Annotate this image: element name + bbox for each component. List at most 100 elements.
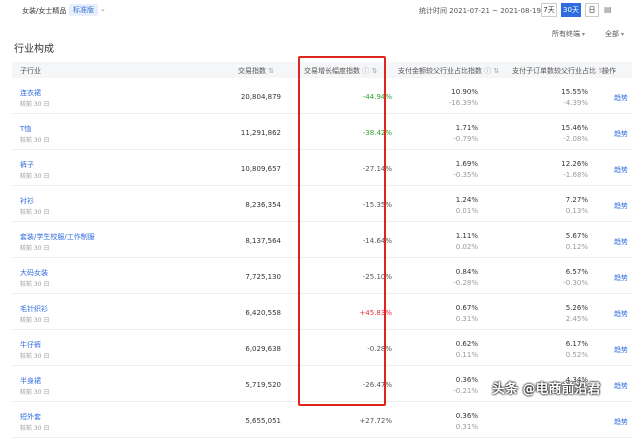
trend-link[interactable]: 趋势 <box>614 273 628 283</box>
table-row: 连衣裙 较前 30 日 20,804,879 -44.94% 10.90% -16.39%… <box>12 80 632 114</box>
compare-label: 较前 30 日 <box>20 425 50 432</box>
watermark: 头条 @电商前沿君 <box>492 382 601 397</box>
order-share-change: -2.08% <box>563 135 588 143</box>
table-row: 衬衫 较前 30 日 8,236,354 -15.35% 1.24% 0.01% 7.27%… <box>12 188 632 222</box>
growth-value: -25.10% <box>362 273 392 281</box>
stat-period: 统计时间 2021-07-21 ~ 2021-08-19 <box>419 7 541 15</box>
order-share-change: 0.12% <box>565 243 588 251</box>
pay-share-change: -0.21% <box>453 387 478 395</box>
header-order-share[interactable]: 支付子订单数较父行业占比 ⇅ <box>512 66 604 76</box>
table-row: T恤 较前 30 日 11,291,862 -38.42% 1.71% -0.79% 15.… <box>12 116 632 150</box>
order-share-change: 2.45% <box>565 315 588 323</box>
pay-share-change: -0.35% <box>453 171 478 179</box>
order-share: 15.55% <box>561 88 588 96</box>
chevron-down-icon: ▾ <box>621 31 625 38</box>
range-day-button[interactable]: 日 <box>585 3 599 17</box>
header-trade-index[interactable]: 交易指数 ⇅ <box>238 66 274 76</box>
range-30d-button[interactable]: 30天 <box>561 3 581 17</box>
order-share: 5.67% <box>565 232 588 240</box>
terminal-dropdown[interactable]: 所有终端 ▾ <box>552 29 585 39</box>
order-share: 7.27% <box>565 196 588 204</box>
terminal-dropdown-label: 所有终端 <box>552 30 580 38</box>
growth-value: -27.14% <box>362 165 392 173</box>
sort-icon: ⇅ <box>268 67 275 75</box>
chevron-down-icon[interactable]: ⌄ <box>100 5 106 13</box>
order-share-change: -1.68% <box>563 171 588 179</box>
growth-value: +45.83% <box>359 309 392 317</box>
trend-link[interactable]: 趋势 <box>614 93 628 103</box>
order-share-change: -4.39% <box>563 99 588 107</box>
compare-label: 较前 30 日 <box>20 317 50 324</box>
sub-industry-link[interactable]: 套装/学生校服/工作制服 <box>20 232 95 242</box>
pay-share: 0.67% <box>455 304 478 312</box>
category-label: 女装/女士精品 <box>22 7 67 15</box>
info-icon: ⓘ <box>484 67 492 75</box>
compare-label: 较前 30 日 <box>20 101 50 108</box>
sub-industry-link[interactable]: 裤子 <box>20 160 34 170</box>
pay-share: 1.24% <box>455 196 478 204</box>
compare-label: 较前 30 日 <box>20 173 50 180</box>
pay-share-change: -16.39% <box>448 99 478 107</box>
chevron-down-icon: ▾ <box>582 31 586 38</box>
pay-share-change: 0.01% <box>455 207 478 215</box>
sub-industry-link[interactable]: T恤 <box>20 124 31 134</box>
trade-index: 20,804,879 <box>240 93 281 101</box>
trend-link[interactable]: 趋势 <box>614 201 628 211</box>
pay-share-change: 0.31% <box>455 423 478 431</box>
sort-icon: ⇅ <box>493 67 500 75</box>
order-share: 15.46% <box>561 124 588 132</box>
growth-value: -44.94% <box>362 93 392 101</box>
sub-industry-link[interactable]: 大码女装 <box>20 268 48 278</box>
sub-industry-link[interactable]: 衬衫 <box>20 196 34 206</box>
trend-link[interactable]: 趋势 <box>614 129 628 139</box>
sub-industry-link[interactable]: 连衣裙 <box>20 88 41 98</box>
trade-index: 7,725,130 <box>245 273 281 281</box>
order-share-change: 0.52% <box>565 351 588 359</box>
header-growth[interactable]: 交易增长幅度指数 ⓘ ⇅ <box>304 66 377 76</box>
table-header: 子行业 交易指数 ⇅ 交易增长幅度指数 ⓘ ⇅ 支付金额较父行业占比指数 ⓘ ⇅… <box>12 62 632 78</box>
order-share: 6.17% <box>565 340 588 348</box>
pay-share-change: -0.79% <box>453 135 478 143</box>
growth-value: -14.64% <box>362 237 392 245</box>
trend-link[interactable]: 趋势 <box>614 165 628 175</box>
pay-share: 0.84% <box>455 268 478 276</box>
header-trade-index-label: 交易指数 <box>238 67 266 75</box>
info-icon: ⓘ <box>362 67 370 75</box>
compare-label: 较前 30 日 <box>20 281 50 288</box>
range-7d-button[interactable]: 7天 <box>541 3 557 17</box>
trade-index: 6,420,558 <box>245 309 281 317</box>
pay-share: 0.62% <box>455 340 478 348</box>
trend-link[interactable]: 趋势 <box>614 345 628 355</box>
order-share-change: -0.30% <box>563 279 588 287</box>
header-op: 操作 <box>602 67 616 75</box>
growth-value: -15.35% <box>362 201 392 209</box>
all-dropdown-label: 全部 <box>605 30 619 38</box>
trend-link[interactable]: 趋势 <box>614 237 628 247</box>
order-share: 5.26% <box>565 304 588 312</box>
sub-industry-link[interactable]: 半身裙 <box>20 376 41 386</box>
header-pay-share-label: 支付金额较父行业占比指数 <box>398 67 482 75</box>
header-pay-share[interactable]: 支付金额较父行业占比指数 ⓘ ⇅ <box>398 66 499 76</box>
table-row: 大码女装 较前 30 日 7,725,130 -25.10% 0.84% -0.28% 6.… <box>12 260 632 294</box>
compare-label: 较前 30 日 <box>20 353 50 360</box>
compare-label: 较前 30 日 <box>20 389 50 396</box>
growth-value: -38.42% <box>362 129 392 137</box>
trend-link[interactable]: 趋势 <box>614 381 628 391</box>
trend-link[interactable]: 趋势 <box>614 417 628 427</box>
trade-index: 6,029,638 <box>245 345 281 353</box>
trend-link[interactable]: 趋势 <box>614 309 628 319</box>
calendar-icon[interactable]: ▤ <box>604 5 612 14</box>
sub-industry-link[interactable]: 牛仔裤 <box>20 340 41 350</box>
pay-share: 1.11% <box>455 232 478 240</box>
sub-industry-link[interactable]: 毛针织衫 <box>20 304 48 314</box>
growth-value: -0.28% <box>367 345 392 353</box>
sub-industry-link[interactable]: 短外套 <box>20 412 41 422</box>
compare-label: 较前 30 日 <box>20 137 50 144</box>
trade-index: 10,809,657 <box>240 165 281 173</box>
all-dropdown[interactable]: 全部 ▾ <box>605 29 624 39</box>
table-row: 套装/学生校服/工作制服 较前 30 日 8,137,564 -14.64% 1.11%… <box>12 224 632 258</box>
trade-index: 8,236,354 <box>245 201 281 209</box>
trade-index: 5,719,520 <box>245 381 281 389</box>
header-sub-industry: 子行业 <box>20 67 41 75</box>
header-growth-label: 交易增长幅度指数 <box>304 67 360 75</box>
